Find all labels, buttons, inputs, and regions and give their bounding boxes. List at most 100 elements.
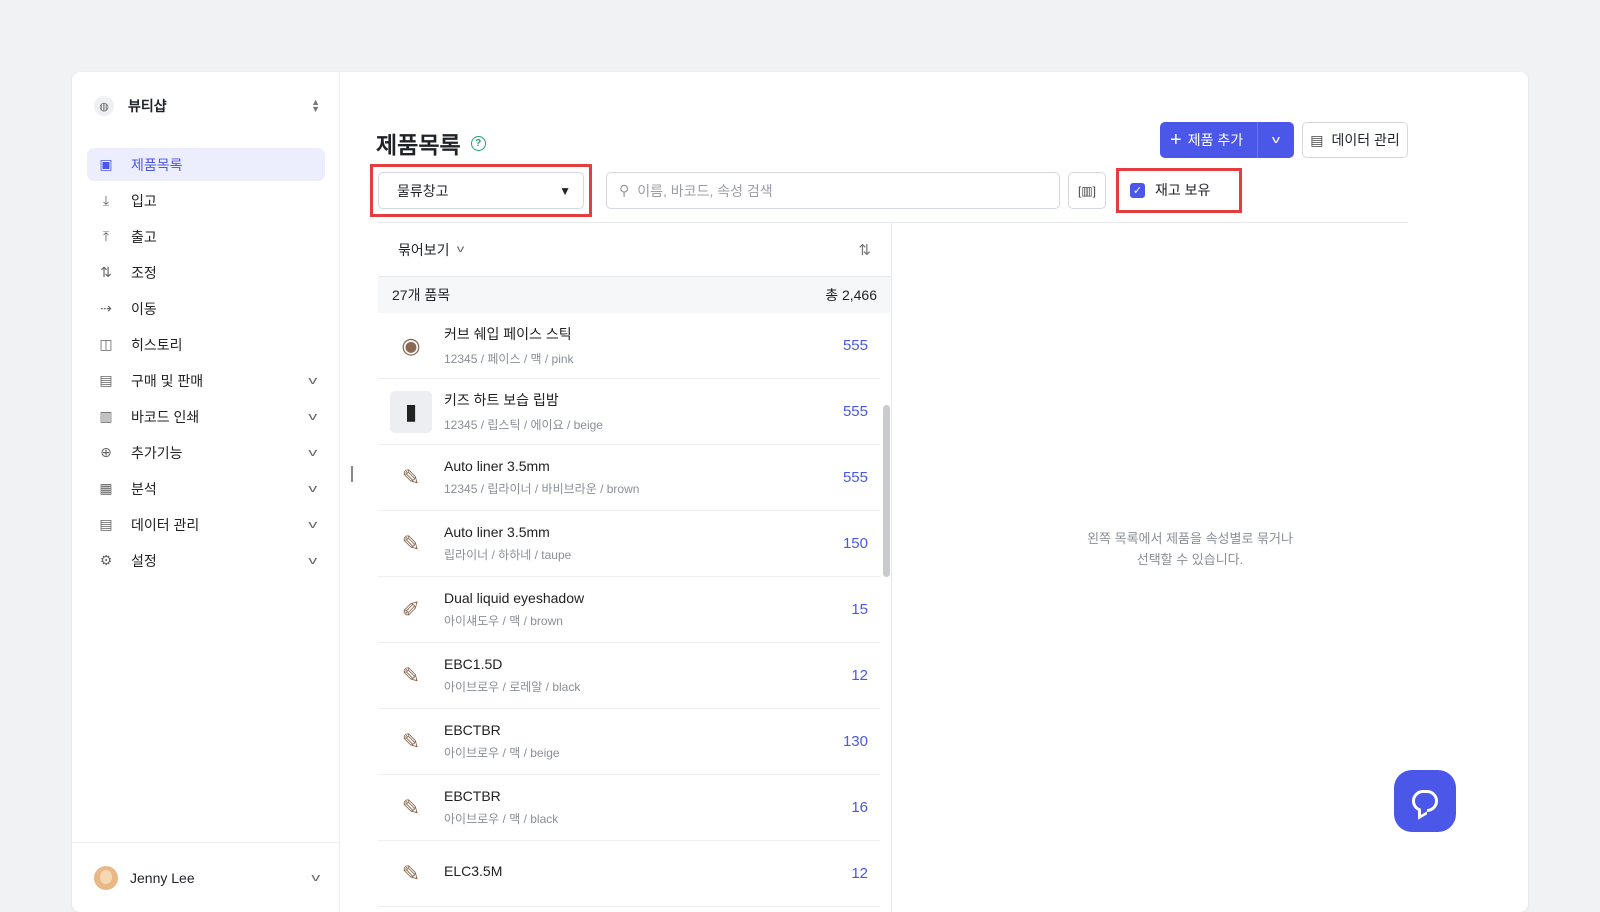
group-by-button[interactable]: 묶어보기 — [398, 240, 450, 260]
box-icon: ▣ — [99, 156, 113, 172]
product-quantity: 15 — [851, 601, 868, 618]
product-row[interactable]: ✎ EBCTBR 아이브로우 / 맥 / beige 130 — [378, 709, 880, 775]
product-attributes: 아이브로우 / 맥 / beige — [444, 746, 560, 760]
sidebar-item-label: 바코드 인쇄 — [131, 408, 200, 425]
sidebar-item-2[interactable]: ⤒ 출고 — [87, 220, 325, 253]
product-info: EBCTBR 아이브로우 / 맥 / beige — [444, 722, 843, 761]
sidebar-nav: ▣ 제품목록 ⤓ 입고 ⤒ 출고 ⇅ 조정 ⇢ 이동 ◫ 히스토리 ▤ 구매 및 판매 v ▥ 바코드 인쇄 v ⊕… — [87, 148, 325, 580]
sidebar-item-8[interactable]: ⊕ 추가기능 v — [87, 436, 325, 469]
sidebar-item-label: 설정 — [131, 552, 157, 569]
product-name: EBCTBR — [444, 722, 501, 738]
user-name: Jenny Lee — [130, 869, 195, 886]
plus-circle-icon: ⊕ — [100, 444, 112, 460]
product-name: EBCTBR — [444, 788, 501, 804]
product-info: 커브 쉐입 페이스 스틱 12345 / 페이스 / 맥 / pink — [444, 324, 843, 367]
sidebar-item-7[interactable]: ▥ 바코드 인쇄 v — [87, 400, 325, 433]
product-row[interactable]: ✎ EBC1.5D 아이브로우 / 로레알 / black 12 — [378, 643, 880, 709]
workspace-switcher[interactable]: ◍ 뷰티샵 ▲ ▼ — [94, 94, 320, 118]
sidebar-item-1[interactable]: ⤓ 입고 — [87, 184, 325, 217]
page-title: 제품목록 ? — [376, 126, 486, 160]
product-row[interactable]: ▮ 키즈 하트 보습 립밤 12345 / 립스틱 / 에이요 / beige 555 — [378, 379, 880, 445]
chat-bubble-icon — [1412, 790, 1438, 812]
product-name: Auto liner 3.5mm — [444, 458, 550, 474]
product-quantity: 555 — [842, 337, 868, 354]
chevron-up-down-icon: ▲ ▼ — [311, 97, 320, 114]
chat-support-button[interactable] — [1394, 770, 1456, 832]
product-row[interactable]: ✎ ELC3.5M 12 — [378, 841, 880, 907]
sidebar-item-label: 조정 — [131, 264, 157, 281]
total-quantity: 총 2,466 — [825, 287, 877, 303]
arrow-up-icon: ⤒ — [102, 228, 110, 244]
product-info: EBCTBR 아이브로우 / 맥 / black — [444, 788, 851, 827]
data-management-button[interactable]: ▤ 데이터 관리 — [1302, 122, 1408, 158]
sidebar-item-0[interactable]: ▣ 제품목록 — [87, 148, 325, 181]
chevron-down-icon: v — [307, 374, 317, 387]
sidebar-item-label: 추가기능 — [131, 444, 183, 461]
warehouse-select[interactable]: 물류창고 ▼ — [378, 172, 584, 209]
product-quantity: 150 — [842, 535, 868, 552]
checkbox-checked-icon[interactable]: ✓ — [1130, 182, 1145, 198]
product-row[interactable]: ✐ Dual liquid eyeshadow 아이섀도우 / 맥 / brown 1… — [378, 577, 880, 643]
sidebar-item-5[interactable]: ◫ 히스토리 — [87, 328, 325, 361]
document-icon: ▤ — [99, 372, 113, 388]
add-product-dropdown-toggle[interactable]: v — [1249, 134, 1303, 146]
help-icon[interactable]: ? — [470, 135, 486, 151]
plus-icon: + — [1170, 128, 1182, 151]
chart-icon: ▦ — [99, 480, 113, 496]
sidebar-item-label: 제품목록 — [131, 156, 183, 173]
product-name: Auto liner 3.5mm — [444, 524, 550, 540]
product-list-pane: 묶어보기 v ⇅ 27개 품목 총 2,466 ◉ 커브 쉐입 페이스 스틱 123… — [378, 223, 892, 912]
product-info: 키즈 하트 보습 립밤 12345 / 립스틱 / 에이요 / beige — [444, 390, 843, 433]
sidebar-item-3[interactable]: ⇅ 조정 — [87, 256, 325, 289]
product-info: EBC1.5D 아이브로우 / 로레알 / black — [444, 656, 851, 695]
globe-icon: ◍ — [94, 96, 114, 116]
data-management-label: 데이터 관리 — [1331, 132, 1400, 148]
sidebar-item-10[interactable]: ▤ 데이터 관리 v — [87, 508, 325, 541]
product-name: Dual liquid eyeshadow — [444, 590, 585, 606]
add-product-button[interactable]: + 제품 추가 — [1160, 122, 1258, 158]
add-product-label: 제품 추가 — [1187, 132, 1244, 148]
history-icon: ◫ — [99, 336, 113, 352]
barcode-scan-button[interactable]: [▥] — [1068, 172, 1106, 209]
sidebar-item-6[interactable]: ▤ 구매 및 판매 v — [87, 364, 325, 397]
item-count: 27개 품목 — [392, 287, 451, 303]
page-title-text: 제품목록 — [376, 132, 461, 158]
product-row[interactable]: ◉ 커브 쉐입 페이스 스틱 12345 / 페이스 / 맥 / pink 555 — [378, 313, 880, 379]
sidebar-item-9[interactable]: ▦ 분석 v — [87, 472, 325, 505]
product-info: ELC3.5M — [444, 863, 851, 885]
barcode-scan-icon: [▥] — [1077, 183, 1096, 198]
database-icon: ▤ — [99, 516, 113, 532]
sidebar-item-4[interactable]: ⇢ 이동 — [87, 292, 325, 325]
chevron-down-icon: v — [307, 554, 317, 567]
product-quantity: 555 — [842, 403, 868, 420]
product-row[interactable]: ✎ Auto liner 3.5mm 립라이너 / 하하네 / taupe 150 — [378, 511, 880, 577]
product-attributes: 아이섀도우 / 맥 / brown — [444, 614, 563, 628]
in-stock-checkbox[interactable]: ✓ 재고 보유 — [1130, 180, 1210, 200]
list-summary: 27개 품목 총 2,466 — [378, 276, 891, 313]
sidebar-item-label: 데이터 관리 — [131, 516, 200, 533]
sidebar-item-label: 이동 — [131, 300, 157, 317]
list-scrollbar[interactable] — [883, 405, 890, 577]
product-name: ELC3.5M — [444, 862, 503, 879]
chevron-down-icon[interactable]: v — [456, 244, 464, 255]
search-input[interactable] — [637, 182, 1047, 199]
product-attributes: 아이브로우 / 맥 / black — [444, 812, 559, 826]
app-window: ◍ 뷰티샵 ▲ ▼ ▣ 제품목록 ⤓ 입고 ⤒ 출고 ⇅ 조정 ⇢ 이동 ◫ 히스토리 ▤ 구매 및 판매 v… — [72, 72, 1528, 912]
chevron-down-icon: v — [307, 446, 317, 459]
search-icon: ⚲ — [619, 182, 630, 198]
lipstick-cap-icon: ◉ — [401, 332, 421, 358]
add-product-button-group: + 제품 추가 v — [1160, 122, 1294, 158]
pencil-icon: ✎ — [401, 530, 421, 556]
product-attributes: 12345 / 페이스 / 맥 / pink — [444, 352, 574, 366]
chevron-down-icon: v — [310, 871, 320, 884]
swap-icon: ⇅ — [100, 264, 112, 280]
product-row[interactable]: ✎ EBCTBR 아이브로우 / 맥 / black 16 — [378, 775, 880, 841]
product-info: Auto liner 3.5mm 12345 / 립라이너 / 바비브라운 / b… — [444, 458, 843, 497]
user-menu[interactable]: Jenny Lee v — [72, 842, 340, 912]
chevron-down-icon: v — [307, 518, 317, 531]
product-quantity: 12 — [851, 865, 868, 882]
sort-icon[interactable]: ⇅ — [858, 241, 871, 259]
product-row[interactable]: ✎ Auto liner 3.5mm 12345 / 립라이너 / 바비브라운 / … — [378, 445, 880, 511]
chevron-down-icon: v — [307, 482, 317, 495]
sidebar-item-11[interactable]: ⚙ 설정 v — [87, 544, 325, 577]
